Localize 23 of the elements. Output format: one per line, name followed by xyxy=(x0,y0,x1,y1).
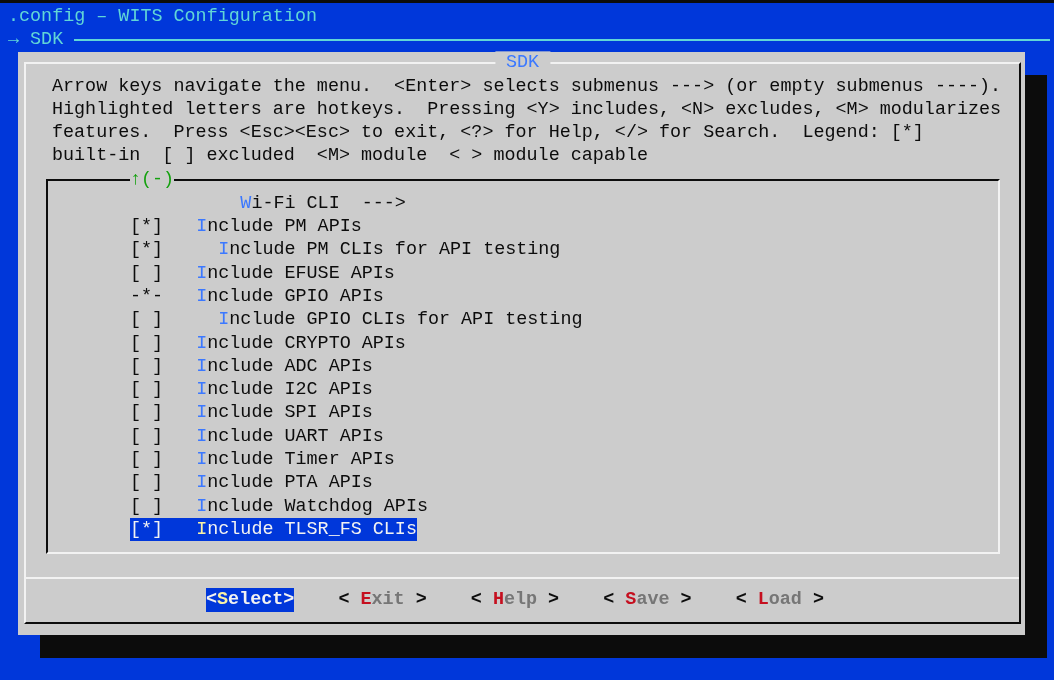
dialog-button[interactable]: < Help > xyxy=(470,588,560,612)
menu-item[interactable]: [ ] Include CRYPTO APIs xyxy=(130,331,406,355)
menu-item[interactable]: [ ] Include I2C APIs xyxy=(130,378,373,402)
menu-item[interactable]: [*] Include PM APIs xyxy=(130,215,362,239)
dialog-button[interactable]: < Save > xyxy=(603,588,692,612)
dialog-button[interactable]: <Select> xyxy=(206,588,295,612)
menu-item[interactable]: [ ] Include EFUSE APIs xyxy=(130,261,395,285)
menu-item[interactable]: [ ] Include UART APIs xyxy=(130,424,384,449)
menu-item[interactable]: [ ] Include Timer APIs xyxy=(130,448,395,472)
menu-item[interactable]: Wi-Fi CLI ---> xyxy=(240,191,406,216)
header-title: .config – WITS Configuration xyxy=(8,5,317,29)
menu-item[interactable]: [ ] Include PTA APIs xyxy=(130,471,373,495)
menu-item[interactable]: [*] Include PM CLIs for API testing xyxy=(130,238,561,262)
menu-item[interactable]: [*] Include TLSR_FS CLIs xyxy=(130,517,417,542)
dialog-button[interactable]: < Exit > xyxy=(338,588,427,612)
breadcrumb: → SDK xyxy=(8,28,64,52)
dialog-button[interactable]: < Load > xyxy=(735,588,824,612)
help-text: Arrow keys navigate the menu. <Enter> selects submenus ---> (or empty submenus ----). Highlighted letters are hotkeys. Pressing <Y> includes, <N> excludes, <M> modularizes features. Press <Esc><Esc> to exit, <?> for Help, </> for Search. Legend: [*] built-in [ ] excluded <M> module < > module capable xyxy=(52,74,1002,168)
menu-item[interactable]: [ ] Include SPI APIs xyxy=(130,401,373,425)
menu-item[interactable]: [ ] Include GPIO CLIs for API testing xyxy=(130,308,583,332)
menu-item[interactable]: [ ] Include Watchdog APIs xyxy=(130,494,428,518)
menu-item[interactable]: [ ] Include ADC APIs xyxy=(130,354,373,379)
menu-item[interactable]: -*- Include GPIO APIs xyxy=(130,284,384,309)
